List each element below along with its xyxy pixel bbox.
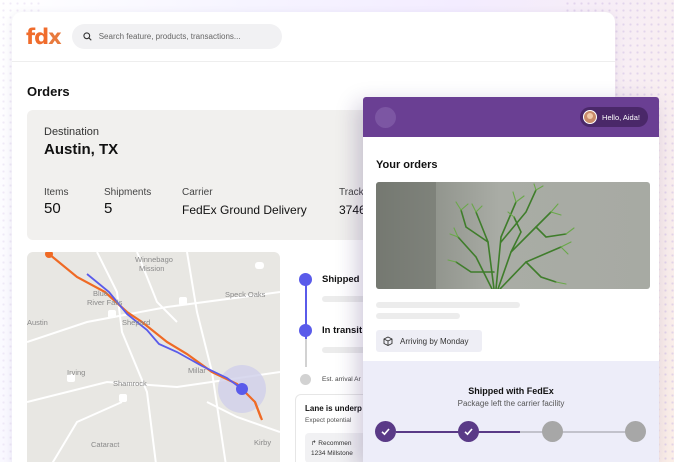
map-label: Austin <box>27 318 48 327</box>
shipments-label: Shipments <box>104 187 152 198</box>
carrier-value: FedEx Ground Delivery <box>182 203 307 217</box>
map-label: River Falls <box>87 298 123 307</box>
tracking-value: 3746 <box>339 203 366 217</box>
menu-circle-icon[interactable] <box>375 107 396 128</box>
map-label: Cataract <box>91 440 120 449</box>
map-label: Blue <box>93 289 109 298</box>
map-label: Shepard <box>122 318 151 327</box>
timeline-step-title: Est. arrival Ar <box>322 376 361 383</box>
placeholder-bar <box>376 302 520 308</box>
carrier-label: Carrier <box>182 187 213 198</box>
timeline-step-title: In transit <box>322 325 363 336</box>
logo-text-right: x <box>48 24 62 49</box>
fedex-logo[interactable]: fdx <box>26 24 62 49</box>
items-value: 50 <box>44 200 61 217</box>
progress-step-1 <box>375 421 396 442</box>
progress-step-3 <box>542 421 563 442</box>
timeline-connector-pending <box>304 339 307 367</box>
progress-step-2 <box>458 421 479 442</box>
timeline-dot-in-transit <box>299 324 312 337</box>
tracking-label: Track <box>339 187 364 198</box>
timeline-step-title: Shipped <box>322 274 360 285</box>
shipping-status-title: Shipped with FedEx <box>468 386 554 396</box>
shipments-value: 5 <box>104 200 113 217</box>
map-label: Winnebago <box>135 255 173 264</box>
checkmark-icon <box>464 428 473 436</box>
destination-value: Austin, TX <box>44 141 119 158</box>
plant-illustration <box>376 182 575 289</box>
avatar <box>583 110 598 124</box>
page-title: Orders <box>27 84 70 99</box>
map-roads <box>27 252 280 462</box>
current-location-pin[interactable] <box>236 383 248 395</box>
destination-label: Destination <box>44 126 100 138</box>
map-label: Irving <box>67 368 86 377</box>
route-map[interactable]: Winnebago Mission Blue River Falls Austi… <box>27 252 280 462</box>
items-label: Items <box>44 187 69 198</box>
map-graphic <box>27 252 280 462</box>
top-bar: fdx Search feature, products, transactio… <box>12 12 615 62</box>
user-greeting-pill[interactable]: Hello, Aida! <box>580 107 648 127</box>
recommendation-label-text: Recommen <box>318 440 352 447</box>
arrival-text: Arriving by Monday <box>400 336 469 346</box>
greeting-text: Hello, Aida! <box>602 112 640 122</box>
map-label: Speck Oaks <box>225 290 266 299</box>
map-label: Kirby <box>254 438 272 447</box>
map-label: Mission <box>139 264 165 273</box>
mobile-header: Hello, Aida! <box>363 97 659 137</box>
shipping-status-subtitle: Package left the carrier facility <box>457 399 565 408</box>
map-label: Shamrock <box>113 379 147 388</box>
search-placeholder: Search feature, products, transactions..… <box>98 32 241 41</box>
arrival-chip[interactable]: Arriving by Monday <box>376 330 482 352</box>
route-line-blue <box>86 273 243 390</box>
mobile-orders-card: Hello, Aida! Your orders Arriving by Mon… <box>363 97 659 462</box>
package-icon <box>383 336 393 346</box>
timeline-dot-arrival <box>300 374 311 385</box>
search-input[interactable]: Search feature, products, transactions..… <box>71 24 282 49</box>
shipping-status-panel: Shipped with FedEx Package left the carr… <box>363 361 659 462</box>
logo-text-left: fd <box>26 24 49 49</box>
search-icon <box>83 32 92 41</box>
timeline-dot-shipped <box>299 273 312 286</box>
product-image[interactable] <box>376 182 650 289</box>
checkmark-icon <box>381 428 390 436</box>
placeholder-bar <box>376 313 460 319</box>
your-orders-title: Your orders <box>376 159 438 171</box>
map-label: Millar <box>188 366 206 375</box>
progress-step-4 <box>625 421 646 442</box>
